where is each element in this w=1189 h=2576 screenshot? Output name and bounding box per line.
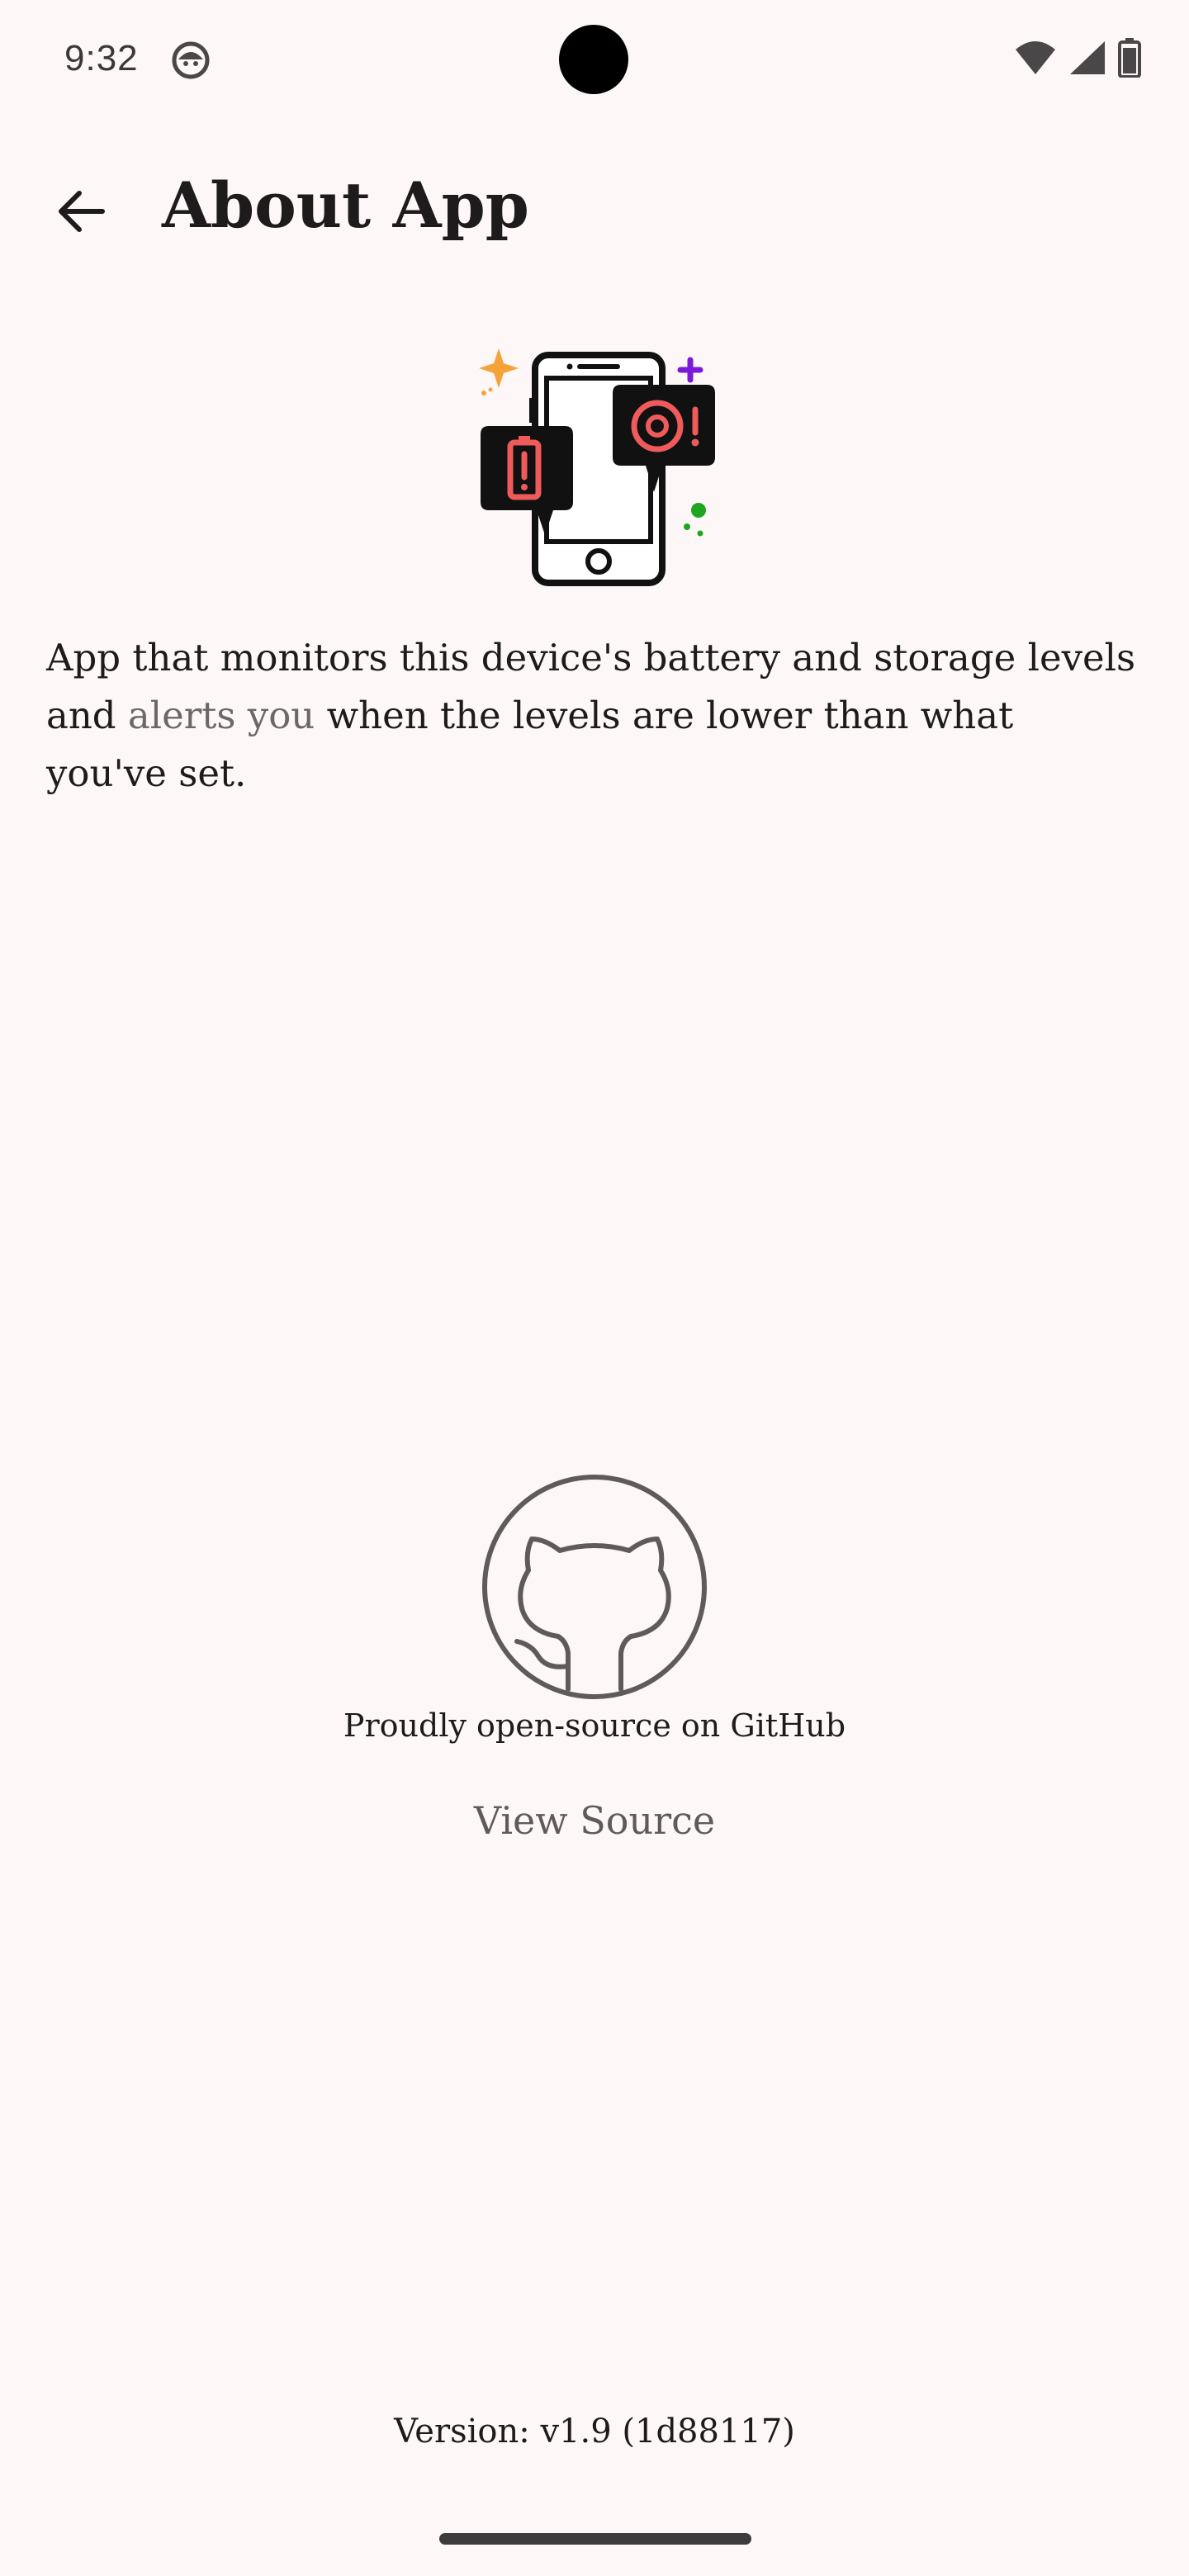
version-label: Version: v1.9 (1d88117)	[394, 2413, 795, 2451]
camera-cutout	[559, 25, 628, 94]
status-bar: 9:32	[0, 0, 1189, 124]
back-button[interactable]	[41, 173, 121, 253]
home-indicator[interactable]	[439, 2533, 751, 2545]
android-face-icon	[172, 41, 210, 79]
page-title: About App	[162, 168, 529, 242]
view-source-button[interactable]: View Source	[429, 1783, 760, 1858]
github-icon	[481, 1473, 708, 1701]
sparkle-icon	[479, 348, 519, 388]
arrow-left-icon	[54, 185, 107, 241]
battery-icon	[1118, 38, 1141, 81]
phone-battery-storage-alert-illustration	[471, 340, 718, 588]
description-highlight: alerts you	[127, 694, 315, 737]
app-description: App that monitors this device's battery …	[46, 629, 1144, 803]
cell-signal-icon	[1068, 40, 1106, 79]
status-time: 9:32	[64, 38, 139, 78]
plus-icon	[677, 357, 703, 383]
top-app-bar: About App	[0, 157, 1189, 272]
wifi-icon	[1014, 40, 1057, 79]
status-icons	[1014, 38, 1141, 81]
github-caption: Proudly open-source on GitHub	[343, 1707, 846, 1744]
